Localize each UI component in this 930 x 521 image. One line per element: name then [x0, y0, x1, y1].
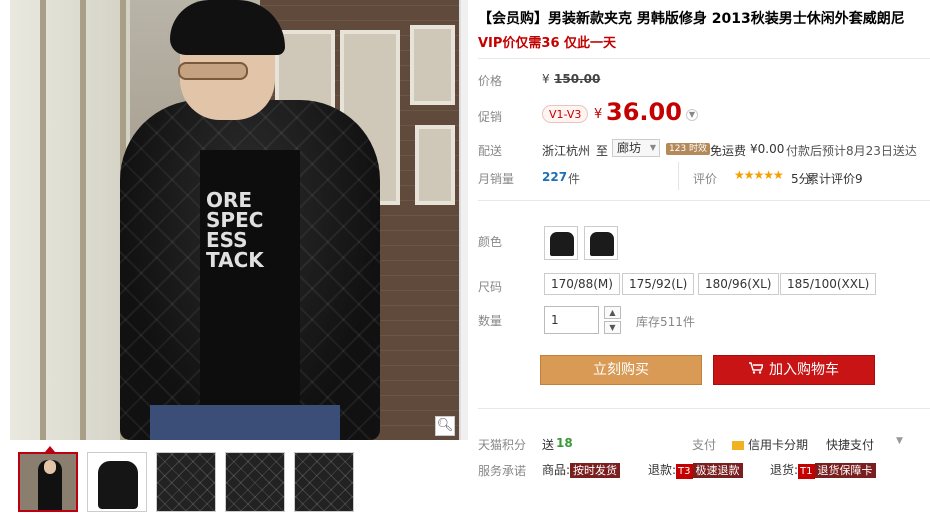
review-label: 评价 — [693, 172, 718, 186]
review-count[interactable]: 累计评价9 — [807, 170, 863, 187]
divider — [478, 58, 930, 59]
service-goods: 商品: 按时发货 — [542, 461, 621, 478]
divider — [478, 200, 930, 201]
thumbnail-3[interactable] — [156, 452, 216, 512]
divider — [478, 408, 930, 409]
service-return-label: 退货: — [770, 463, 799, 477]
quick-pay[interactable]: 快捷支付 — [826, 436, 874, 453]
sales-unit: 件 — [568, 172, 581, 186]
size-option-m[interactable]: 170/88(M) — [544, 273, 620, 295]
quantity-input[interactable]: 1 — [544, 306, 599, 334]
thumbnail-4[interactable] — [225, 452, 285, 512]
return-prefix: T1 — [798, 464, 815, 479]
service-return: 退货: T1 退货保障卡 — [770, 461, 876, 479]
model-sunglasses — [178, 62, 248, 80]
image-divider — [460, 0, 468, 440]
sales-count: 227 — [542, 170, 568, 184]
vip-tag: V1-V3 — [542, 105, 589, 123]
service-refund-label: 退款: — [648, 463, 677, 477]
color-swatch-2[interactable] — [584, 226, 618, 260]
ship-to-select[interactable]: 廊坊 ▼ — [612, 139, 661, 157]
points-send: 送 — [542, 438, 555, 452]
quantity-label: 数量 — [478, 314, 503, 328]
return-guarantee-tag[interactable]: 退货保障卡 — [814, 463, 876, 478]
product-subtitle: VIP价仅需36 仅此一天 — [478, 36, 617, 51]
shipping-label: 配送 — [478, 144, 503, 158]
rating-stars: ★★★★★ — [734, 168, 784, 182]
sales-label: 月销量 — [478, 172, 515, 186]
thumbnail-strip — [18, 452, 354, 512]
product-main-image[interactable]: ORE SPEC ESS TACK 🔍︎ — [10, 0, 460, 440]
color-label: 颜色 — [478, 235, 503, 249]
ship-to-word: 至 — [596, 144, 609, 158]
size-label: 尺码 — [478, 280, 503, 294]
fast-refund-tag[interactable]: 极速退款 — [692, 463, 743, 478]
delivery-note: 付款后预计8月23日送达 — [786, 144, 917, 158]
buy-now-button[interactable]: 立刻购买 — [540, 355, 702, 385]
promo-label: 促销 — [478, 110, 503, 124]
services-label: 服务承诺 — [478, 464, 527, 478]
stock-count: 库存511件 — [636, 315, 695, 329]
sales-divider — [678, 162, 679, 190]
free-shipping: 免运费 — [710, 144, 747, 158]
ship-to-value: 廊坊 — [617, 141, 642, 155]
points-amount: 18 — [556, 436, 573, 450]
chevron-down-icon[interactable]: ▼ — [686, 109, 698, 121]
chevron-down-icon: ▼ — [649, 143, 657, 152]
size-option-l[interactable]: 175/92(L) — [622, 273, 695, 295]
price-currency: ¥ — [542, 72, 550, 86]
ship-from: 浙江杭州 — [542, 144, 591, 158]
chevron-down-icon[interactable]: ▼ — [896, 436, 903, 446]
size-option-xl[interactable]: 180/96(XL) — [698, 273, 779, 295]
payment-label: 支付 — [692, 438, 717, 452]
credit-card-icon — [732, 441, 744, 450]
price-label: 价格 — [478, 74, 503, 88]
thumbnail-2[interactable] — [87, 452, 147, 512]
service-refund: 退款: T3 极速退款 — [648, 461, 743, 479]
add-to-cart-label: 加入购物车 — [769, 362, 839, 378]
thumbnail-1[interactable] — [18, 452, 78, 512]
promo-currency: ¥ — [594, 107, 603, 122]
model-tee: ORE SPEC ESS TACK — [200, 150, 300, 410]
service-goods-label: 商品: — [542, 463, 571, 477]
add-to-cart-button[interactable]: 加入购物车 — [713, 355, 875, 385]
refund-prefix: T3 — [676, 464, 693, 479]
zoom-icon[interactable]: 🔍︎ — [435, 416, 455, 436]
color-swatch-1[interactable] — [544, 226, 578, 260]
thumbnail-5[interactable] — [294, 452, 354, 512]
model-jacket: ORE SPEC ESS TACK — [120, 100, 380, 440]
model-jeans — [150, 405, 340, 440]
on-time-delivery-tag[interactable]: 按时发货 — [570, 463, 621, 478]
window-background — [10, 0, 130, 440]
tee-print-text: ORE SPEC ESS TACK — [206, 190, 264, 272]
promo-price: 36.00 — [606, 98, 682, 126]
size-option-xxl[interactable]: 185/100(XXL) — [780, 273, 877, 295]
credit-installment-label: 信用卡分期 — [748, 438, 809, 452]
original-price: 150.00 — [554, 72, 601, 86]
cart-icon — [749, 356, 765, 384]
quantity-down-button[interactable]: ▼ — [604, 321, 621, 334]
points-label: 天猫积分 — [478, 438, 527, 452]
product-title: 【会员购】男装新款夹克 男韩版修身 2013秋装男士休闲外套威朗尼 — [478, 11, 905, 27]
credit-installment[interactable]: 信用卡分期 — [732, 436, 808, 453]
quantity-up-button[interactable]: ▲ — [604, 306, 621, 319]
shipping-fee: ¥0.00 — [750, 142, 785, 156]
timeliness-badge: 123 时效 — [666, 143, 711, 155]
